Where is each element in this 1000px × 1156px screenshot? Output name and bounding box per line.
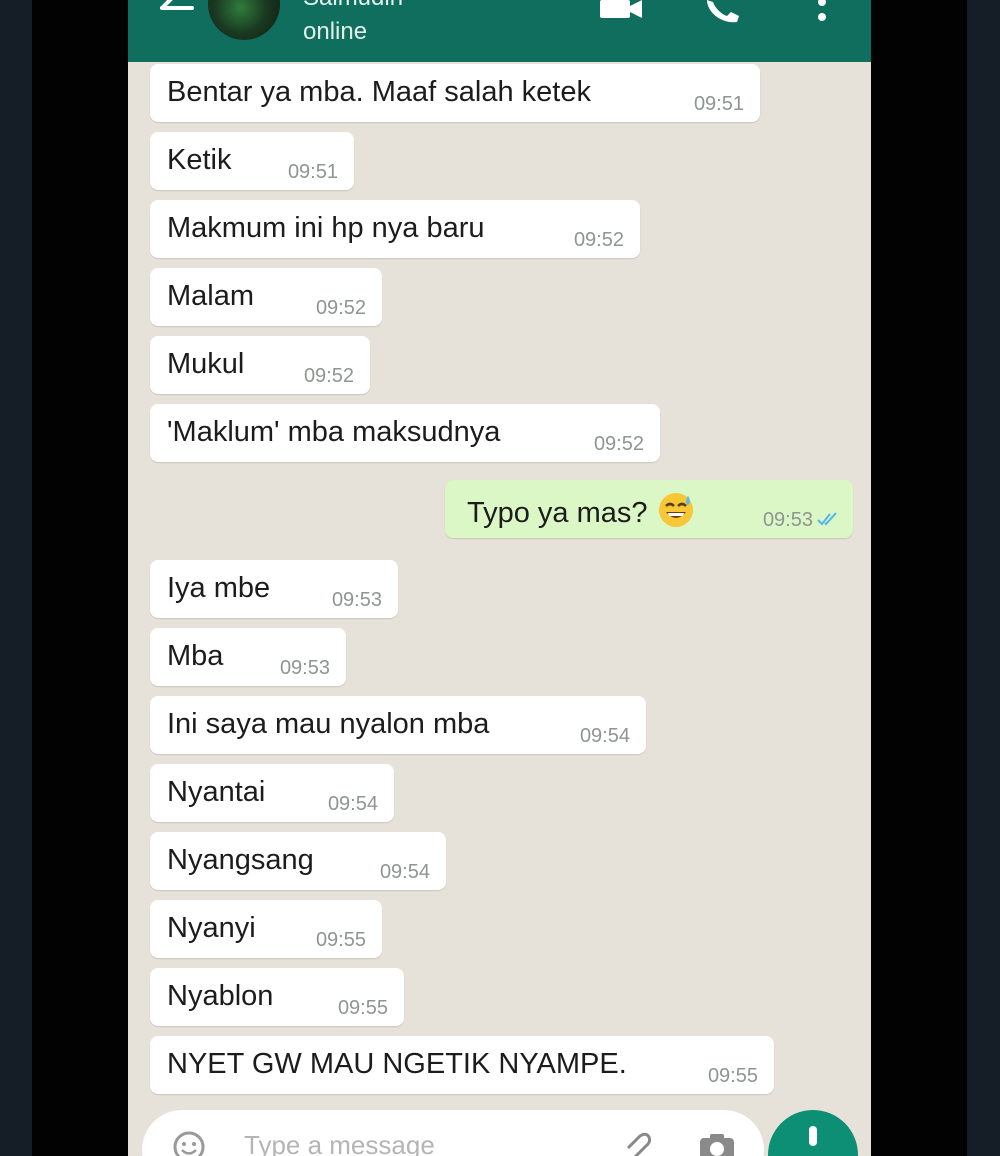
left-border [32,0,128,1156]
message-bubble[interactable]: Ini saya mau nyalon mba 09:54 [150,696,646,754]
message-time: 09:52 [315,297,366,319]
mic-icon [809,1126,817,1146]
message-bubble[interactable]: Mba 09:53 [150,628,346,686]
message-time: 09:54 [327,793,378,815]
emoji-icon[interactable] [172,1130,206,1156]
contact-name[interactable]: Saimudin [303,0,403,12]
mic-button[interactable] [768,1110,858,1156]
message-time: 09:52 [303,365,354,387]
message-bubble[interactable]: Nyanyi 09:55 [150,900,382,958]
message-time: 09:51 [287,161,338,183]
message-text: Nyangsang [167,844,314,876]
outgoing-message-bubble[interactable]: Typo ya mas? 09:53 [445,480,853,538]
message-bubble[interactable]: Nyangsang 09:54 [150,832,446,890]
message-time: 09:54 [379,861,430,883]
message-input-placeholder[interactable]: Type a message [244,1130,435,1156]
contact-avatar[interactable] [208,0,280,40]
message-text: Malam [167,280,255,312]
message-time: 09:55 [707,1065,758,1087]
camera-icon[interactable] [698,1132,736,1156]
message-bubble[interactable]: Nyablon 09:55 [150,968,404,1026]
more-vert-icon[interactable] [816,0,828,26]
message-time: 09:53 [279,657,330,679]
read-ticks-icon [817,512,837,526]
attach-icon[interactable] [620,1128,654,1156]
message-text: 'Maklum' mba maksudnya [167,416,501,448]
message-bubble[interactable]: Malam 09:52 [150,268,382,326]
message-text: Iya mbe [167,572,271,604]
message-time: 09:51 [693,93,744,115]
message-text: Makmum ini hp nya baru [167,212,485,244]
message-bubble[interactable]: Mukul 09:52 [150,336,370,394]
message-list: Bentar ya mba. Maaf salah ketek 09:51 Ke… [128,62,871,1102]
contact-status: online [303,18,368,45]
message-text: Typo ya mas? [467,497,648,529]
message-time: 09:55 [337,997,388,1019]
message-time: 09:55 [315,929,366,951]
message-text-wrap: Typo ya mas? [467,492,694,530]
message-text: Mukul [167,348,245,380]
message-bubble[interactable]: Bentar ya mba. Maaf salah ketek 09:51 [150,64,760,122]
message-text: NYET GW MAU NGETIK NYAMPE. [167,1048,627,1080]
message-text: Ketik [167,144,232,176]
chat-screen: Saimudin online Bentar ya mba. Maaf sala… [128,0,871,1156]
message-bubble[interactable]: 'Maklum' mba maksudnya 09:52 [150,404,660,462]
message-text: Nyanyi [167,912,256,944]
message-bubble[interactable]: Makmum ini hp nya baru 09:52 [150,200,640,258]
message-text: Nyantai [167,776,266,808]
back-arrow-icon[interactable] [158,0,198,22]
message-text: Ini saya mau nyalon mba [167,708,490,740]
message-time: 09:53 [331,589,382,611]
phone-icon[interactable] [703,0,743,26]
message-time: 09:52 [573,229,624,251]
message-composer[interactable]: Type a message [142,1110,764,1156]
grinning-sweat-emoji [658,493,693,527]
message-text: Mba [167,640,224,672]
message-bubble[interactable]: Nyantai 09:54 [150,764,394,822]
message-bubble[interactable]: NYET GW MAU NGETIK NYAMPE. 09:55 [150,1036,774,1094]
message-text: Nyablon [167,980,274,1012]
message-bubble[interactable]: Ketik 09:51 [150,132,354,190]
message-time: 09:54 [579,725,630,747]
message-time: 09:53 [762,509,813,531]
message-bubble[interactable]: Iya mbe 09:53 [150,560,398,618]
chat-header: Saimudin online [128,0,871,62]
right-border [871,0,967,1156]
message-time: 09:52 [593,433,644,455]
message-text: Bentar ya mba. Maaf salah ketek [167,76,591,108]
video-call-icon[interactable] [600,0,642,20]
